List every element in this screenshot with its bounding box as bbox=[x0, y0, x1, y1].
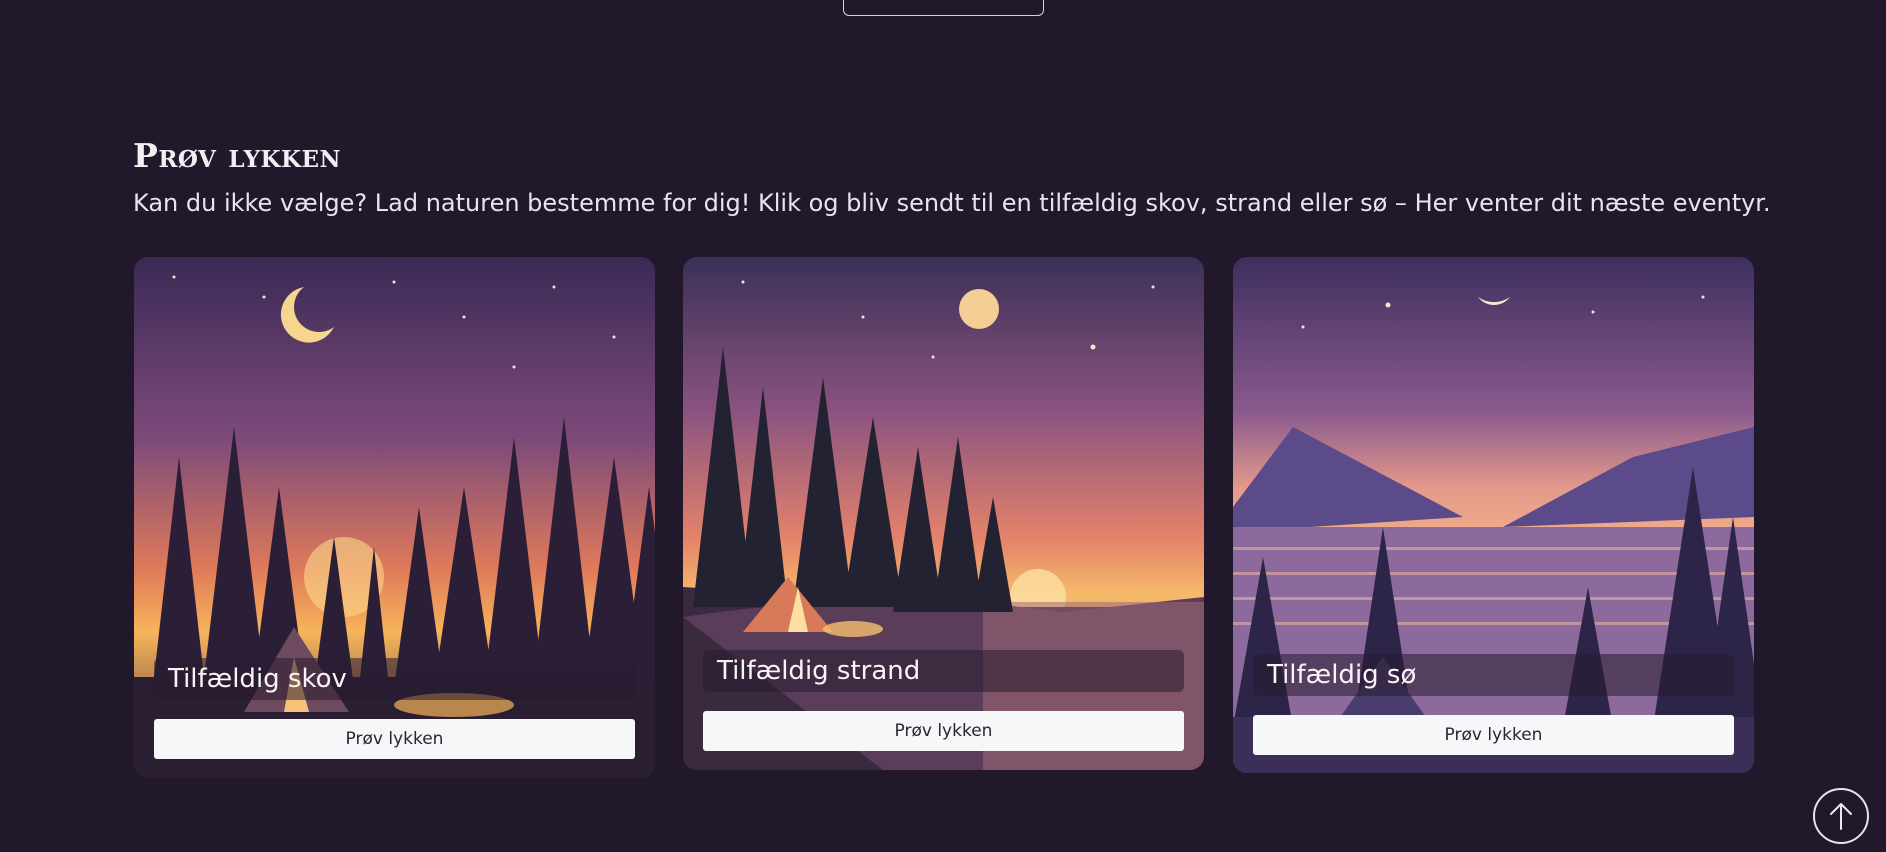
top-button-edge[interactable] bbox=[843, 0, 1044, 16]
card-label: Tilfældig skov bbox=[154, 658, 635, 700]
card-forest: Tilfældig skov Prøv lykken bbox=[134, 257, 655, 778]
card-label: Tilfældig strand bbox=[703, 650, 1184, 692]
card-lake: Tilfældig sø Prøv lykken bbox=[1233, 257, 1754, 773]
try-luck-forest-button[interactable]: Prøv lykken bbox=[154, 719, 635, 759]
section-description: Kan du ikke vælge? Lad naturen bestemme … bbox=[133, 189, 1771, 217]
beach-illustration bbox=[683, 257, 1204, 770]
try-luck-beach-button[interactable]: Prøv lykken bbox=[703, 711, 1184, 751]
try-luck-lake-button[interactable]: Prøv lykken bbox=[1253, 715, 1734, 755]
random-destination-section: Prøv lykken Kan du ikke vælge? Lad natur… bbox=[133, 134, 1771, 220]
card-label: Tilfældig sø bbox=[1253, 654, 1734, 696]
arrow-up-icon bbox=[1830, 803, 1852, 830]
section-title: Prøv lykken bbox=[133, 136, 342, 175]
scroll-to-top-button[interactable] bbox=[1813, 788, 1869, 844]
card-beach: Tilfældig strand Prøv lykken bbox=[683, 257, 1204, 770]
